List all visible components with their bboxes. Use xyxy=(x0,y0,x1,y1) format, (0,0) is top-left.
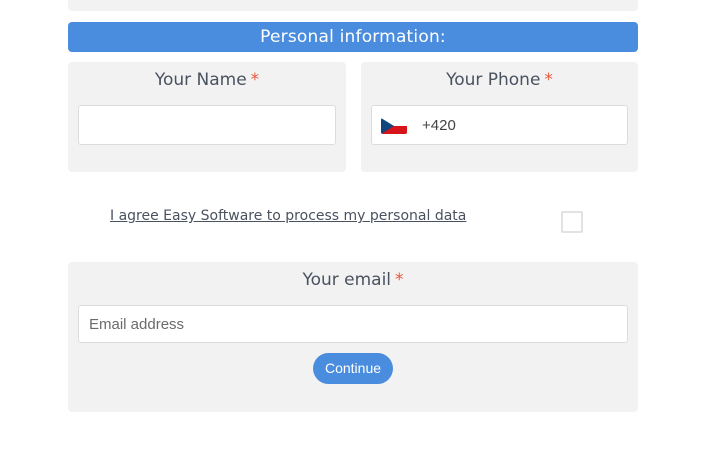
previous-section-card xyxy=(68,0,638,11)
required-asterisk: * xyxy=(544,70,553,90)
czech-flag-icon[interactable] xyxy=(381,118,407,134)
phone-value[interactable]: +420 xyxy=(422,117,456,134)
personal-info-form: Personal information: Your Name * Your Ph… xyxy=(0,0,711,457)
consent-link[interactable]: I agree Easy Software to process my pers… xyxy=(110,208,466,224)
name-label-text: Your Name xyxy=(154,70,247,90)
phone-label-text: Your Phone xyxy=(446,70,541,90)
email-card: Your email* Continue xyxy=(68,262,638,412)
consent-checkbox[interactable] xyxy=(561,211,583,233)
required-asterisk: * xyxy=(250,70,260,90)
name-card: Your Name * xyxy=(68,62,346,172)
phone-input[interactable] xyxy=(371,105,628,145)
section-header: Personal information: xyxy=(68,22,638,52)
name-input[interactable] xyxy=(78,105,336,145)
email-input[interactable] xyxy=(78,305,628,343)
phone-label: Your Phone * xyxy=(361,70,638,90)
email-label-text: Your email xyxy=(302,270,392,290)
name-label: Your Name * xyxy=(68,70,346,90)
phone-card: Your Phone * +420 xyxy=(361,62,638,172)
email-label: Your email * xyxy=(68,270,638,290)
continue-button[interactable]: Continue xyxy=(313,353,393,384)
required-asterisk: * xyxy=(395,270,404,290)
